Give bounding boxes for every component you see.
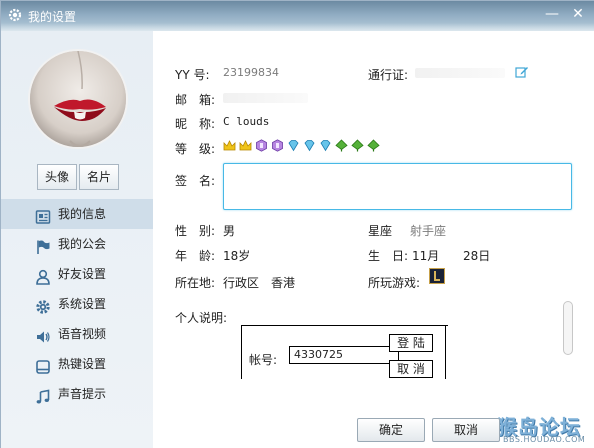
edit-pencil-icon[interactable]: [515, 65, 529, 79]
location-value: 行政区 香港: [223, 276, 296, 290]
green-tree-icon: [335, 139, 348, 152]
title-bar[interactable]: 我的设置 — ✕: [1, 1, 594, 31]
constellation-label: 星座: [368, 224, 393, 238]
close-button[interactable]: ✕: [567, 5, 589, 23]
yy-number-value: 23199834: [223, 66, 279, 79]
age-label: 年 龄:: [175, 249, 216, 263]
account-field: 4330725: [289, 346, 399, 364]
login-frame-left: [241, 325, 242, 379]
avatar-button[interactable]: 头像: [37, 164, 77, 190]
passport-label: 通行证:: [368, 68, 409, 82]
profile-card-icon: [35, 206, 51, 224]
signature-input[interactable]: [223, 163, 572, 210]
avatar[interactable]: [28, 49, 128, 149]
account-label: 帐号:: [249, 353, 278, 367]
embedded-cancel-button: 取 消: [389, 360, 433, 378]
level-badges: [223, 139, 383, 152]
nickname-value: C louds: [223, 115, 270, 128]
purple-gem-icon: [255, 139, 268, 152]
yy-number-label: YY 号:: [175, 68, 210, 82]
blue-diamond-icon: [303, 139, 316, 152]
forum-watermark: 猴岛论坛 BBS.HOUDAO.COM: [497, 411, 593, 447]
avatar-card-buttons: 头像 名片: [37, 164, 119, 190]
age-value: 18岁: [223, 249, 251, 263]
friend-person-icon: [35, 266, 51, 285]
card-button[interactable]: 名片: [79, 164, 119, 190]
profile-panel: YY 号: 23199834 通行证: 邮 箱: 昵 称: C louds 等 …: [153, 31, 594, 448]
bio-scrollbar[interactable]: [563, 299, 573, 373]
login-frame-right: [445, 325, 446, 379]
email-value-redacted: [223, 93, 308, 103]
settings-nav: 我的信息 我的公会 好友设置 系统设置 语音视频 热键设置 声音提示: [1, 199, 153, 409]
level-label: 等 级:: [175, 142, 216, 156]
email-label: 邮 箱:: [175, 93, 216, 107]
green-tree-icon: [367, 139, 380, 152]
nav-label: 声音提示: [58, 387, 107, 401]
embedded-login-image: 帐号: 4330725 登 陆 取 消: [241, 323, 448, 389]
ok-button[interactable]: 确定: [357, 418, 425, 442]
guild-flag-icon: [35, 236, 51, 254]
nav-item-voice-video[interactable]: 语音视频: [1, 319, 153, 349]
bio-label: 个人说明:: [175, 311, 228, 325]
minimize-button[interactable]: —: [541, 5, 563, 23]
watermark-url: BBS.HOUDAO.COM: [503, 435, 586, 444]
blue-diamond-icon: [287, 139, 300, 152]
constellation-value: 射手座: [410, 224, 447, 238]
sidebar: 头像 名片 我的信息 我的公会 好友设置 系统设置 语音视频 热键设置 声音提示: [1, 31, 153, 448]
games-label: 所玩游戏:: [368, 276, 421, 290]
gear-icon: [35, 296, 51, 314]
nav-label: 语音视频: [58, 327, 107, 341]
music-note-icon: [35, 386, 51, 404]
nav-label: 热键设置: [58, 357, 107, 371]
nav-item-hotkey-settings[interactable]: 热键设置: [1, 349, 153, 379]
blue-diamond-icon: [319, 139, 332, 152]
nickname-label: 昵 称:: [175, 117, 216, 131]
birthday-label: 生 日:: [368, 249, 409, 263]
nav-item-my-guild[interactable]: 我的公会: [1, 229, 153, 259]
login-frame-top: [241, 325, 448, 326]
birthday-month: 11月: [412, 249, 440, 263]
nav-item-sound-alerts[interactable]: 声音提示: [1, 379, 153, 409]
purple-gem-icon: [271, 139, 284, 152]
location-label: 所在地:: [175, 276, 216, 290]
green-tree-icon: [351, 139, 364, 152]
settings-gear-icon: [7, 7, 23, 23]
crown-icon: [239, 139, 252, 152]
nav-label: 我的公会: [58, 237, 107, 251]
game-icon[interactable]: [429, 268, 445, 284]
gender-label: 性 别:: [175, 224, 216, 238]
birthday-day: 28日: [463, 249, 491, 263]
nav-item-friend-settings[interactable]: 好友设置: [1, 259, 153, 289]
gender-value: 男: [223, 224, 236, 238]
nav-item-my-info[interactable]: 我的信息: [1, 199, 153, 229]
crown-icon: [223, 139, 236, 152]
nav-label: 我的信息: [58, 207, 107, 221]
window-title: 我的设置: [28, 10, 77, 24]
passport-value-redacted: [415, 68, 505, 78]
embedded-login-button: 登 陆: [389, 334, 433, 352]
nav-label: 系统设置: [58, 297, 107, 311]
settings-window: 我的设置 — ✕ 头像 名片 我的信息 我的公会 好友设置 系统设置 语音视频 …: [0, 0, 594, 448]
nav-label: 好友设置: [58, 267, 107, 281]
keyboard-icon: [35, 356, 51, 374]
scroll-thumb[interactable]: [563, 301, 573, 355]
speaker-icon: [35, 326, 51, 343]
signature-label: 签 名:: [175, 174, 216, 188]
nav-item-system-settings[interactable]: 系统设置: [1, 289, 153, 319]
cancel-button[interactable]: 取消: [432, 418, 500, 442]
